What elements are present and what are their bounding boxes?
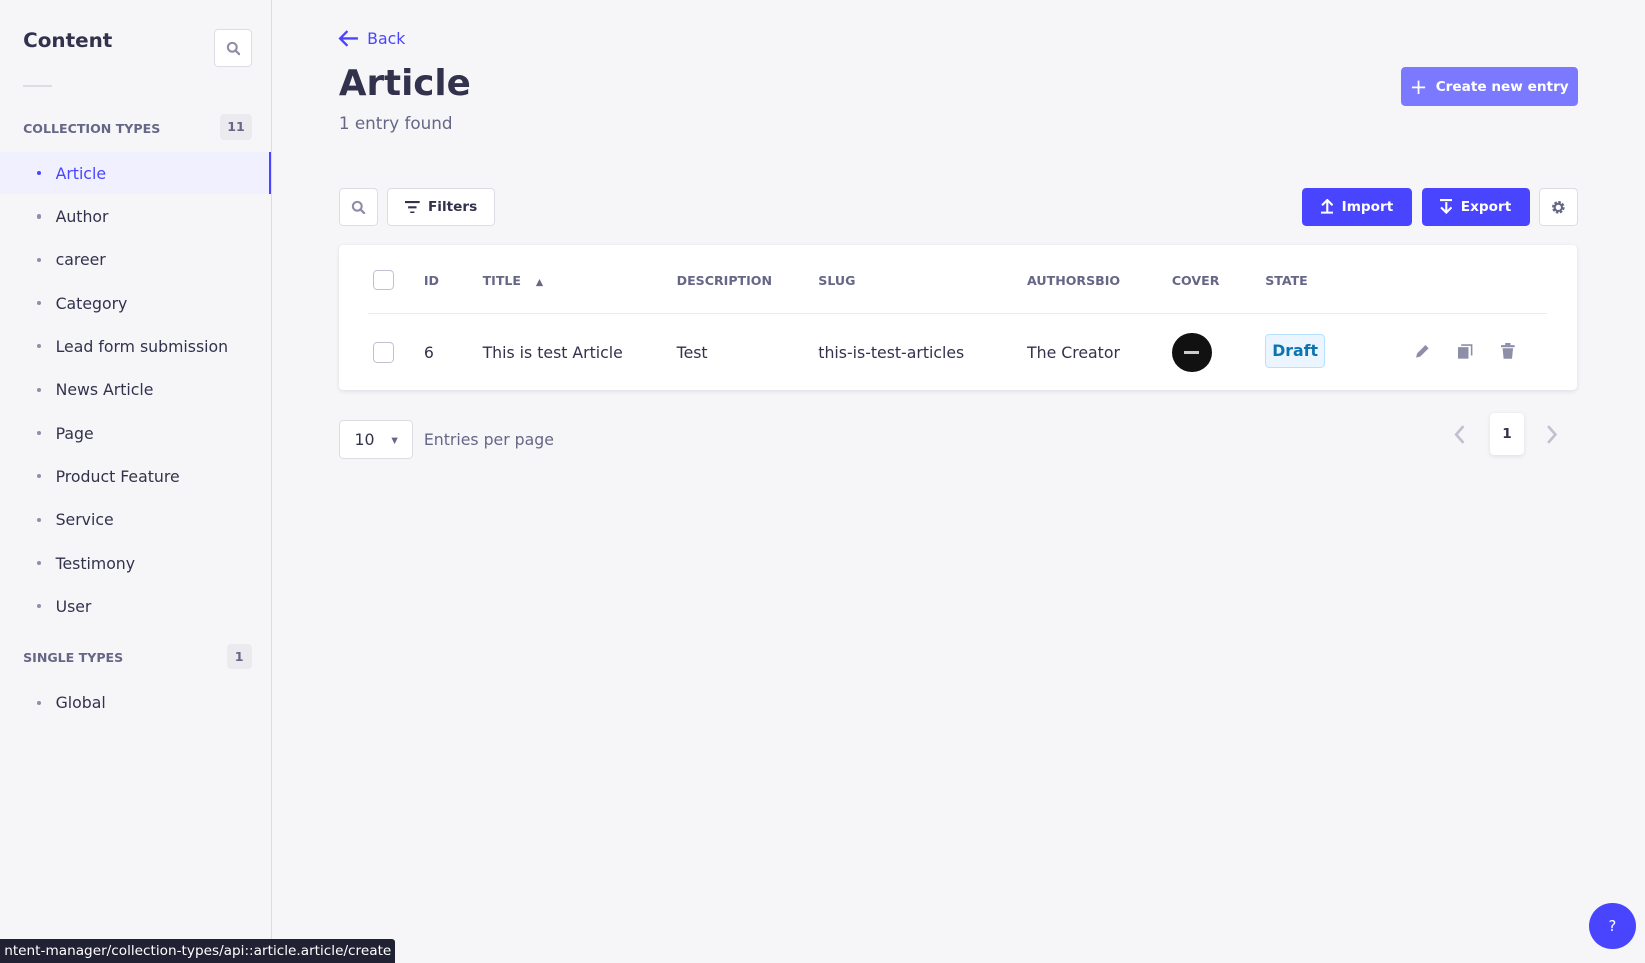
column-id[interactable]: ID xyxy=(424,273,439,288)
single-types-label: SINGLE TYPES xyxy=(23,650,124,666)
entries-per-page-label: Entries per page xyxy=(423,430,554,450)
trash-icon[interactable] xyxy=(1501,343,1515,359)
bullet-icon xyxy=(36,430,41,436)
duplicate-icon[interactable] xyxy=(1458,344,1473,359)
arrow-left-icon xyxy=(338,30,358,48)
search-icon xyxy=(226,41,240,56)
pencil-icon[interactable] xyxy=(1415,344,1430,359)
cell-slug: this-is-test-articles xyxy=(818,343,965,363)
import-button[interactable]: Import xyxy=(1301,187,1413,226)
help-button[interactable]: ? xyxy=(1589,903,1636,950)
create-new-entry-button[interactable]: + Create new entry xyxy=(1400,67,1578,106)
sidebar-item-lead-form-submission[interactable]: Lead form submission xyxy=(0,325,271,367)
upload-icon xyxy=(1320,199,1334,214)
sidebar-item-global[interactable]: Global xyxy=(0,682,271,724)
sidebar-item-label: User xyxy=(55,596,92,616)
sidebar-item-label: Author xyxy=(55,206,109,226)
bullet-icon xyxy=(36,700,41,705)
sidebar-item-user[interactable]: User xyxy=(0,585,271,627)
chevron-down-icon: ▼ xyxy=(391,434,398,445)
sidebar-item-product-feature[interactable]: Product Feature xyxy=(0,455,271,497)
bullet-icon xyxy=(36,300,41,306)
sidebar: Content COLLECTION TYPES 11 Article Autho… xyxy=(0,0,272,963)
cell-id: 6 xyxy=(423,343,434,363)
filters-button[interactable]: Filters xyxy=(387,187,496,227)
filter-icon xyxy=(404,200,420,214)
entry-count: 1 entry found xyxy=(338,113,453,134)
row-checkbox[interactable] xyxy=(373,342,395,363)
sidebar-item-testimony[interactable]: Testimony xyxy=(0,542,271,584)
page-title: Article xyxy=(338,62,471,104)
entries-table: ID TITLE ▲ DESCRIPTION SLUG AUTHORSBIO C… xyxy=(338,245,1577,391)
sidebar-item-label: News Article xyxy=(55,380,154,400)
divider xyxy=(368,312,1548,314)
entries-per-page-select[interactable]: 10 ▼ xyxy=(338,419,414,460)
download-icon xyxy=(1439,199,1453,214)
column-title[interactable]: TITLE ▲ xyxy=(483,273,544,288)
chevron-right-icon[interactable] xyxy=(1546,424,1559,445)
page-1-button[interactable]: 1 xyxy=(1489,413,1525,456)
column-slug[interactable]: SLUG xyxy=(818,273,855,288)
chevron-left-icon[interactable] xyxy=(1453,424,1466,445)
create-label: Create new entry xyxy=(1435,78,1569,95)
export-label: Export xyxy=(1460,198,1512,215)
sidebar-item-label: Article xyxy=(55,163,106,183)
column-description[interactable]: DESCRIPTION xyxy=(677,273,772,288)
sidebar-item-label: Testimony xyxy=(55,553,136,573)
sidebar-item-page[interactable]: Page xyxy=(0,412,271,454)
export-button[interactable]: Export xyxy=(1421,187,1530,226)
bullet-icon xyxy=(36,604,41,609)
import-label: Import xyxy=(1341,198,1394,215)
sidebar-search-button[interactable] xyxy=(214,29,252,68)
per-page-value: 10 xyxy=(354,430,375,449)
bullet-icon xyxy=(36,387,41,392)
plus-icon: + xyxy=(1409,74,1428,99)
sidebar-item-label: career xyxy=(55,250,106,270)
status-badge: Draft xyxy=(1265,333,1325,369)
bullet-icon xyxy=(36,214,41,219)
column-authorsbio[interactable]: AUTHORSBIO xyxy=(1027,273,1120,288)
collection-types-count: 11 xyxy=(220,114,252,140)
sidebar-item-label: Category xyxy=(55,293,128,313)
search-button[interactable] xyxy=(338,187,378,227)
bullet-icon xyxy=(36,344,41,349)
divider xyxy=(23,84,53,88)
single-types-count: 1 xyxy=(226,644,252,670)
cell-description: Test xyxy=(676,343,708,363)
sidebar-item-label: Global xyxy=(55,693,106,713)
sidebar-item-service[interactable]: Service xyxy=(0,499,271,541)
sidebar-item-author[interactable]: Author xyxy=(0,195,271,237)
bullet-icon xyxy=(36,517,41,522)
status-bar-url: ntent-manager/collection-types/api::arti… xyxy=(0,938,396,963)
sidebar-item-label: Page xyxy=(55,423,94,443)
bullet-icon xyxy=(36,560,41,566)
select-all-checkbox[interactable] xyxy=(373,269,395,291)
sidebar-item-article[interactable]: Article xyxy=(0,152,271,195)
sidebar-item-label: Lead form submission xyxy=(55,336,229,356)
sidebar-item-label: Product Feature xyxy=(55,466,180,486)
gear-icon xyxy=(1552,200,1565,214)
sidebar-item-news-article[interactable]: News Article xyxy=(0,369,271,411)
bullet-icon xyxy=(36,170,41,176)
cover-thumbnail xyxy=(1171,332,1212,373)
collection-types-label: COLLECTION TYPES xyxy=(23,120,161,136)
sort-ascending-icon: ▲ xyxy=(535,276,544,288)
sidebar-item-label: Service xyxy=(55,510,114,530)
sidebar-item-career[interactable]: career xyxy=(0,239,271,281)
bullet-icon xyxy=(36,474,41,479)
sidebar-title: Content xyxy=(23,29,113,53)
bullet-icon xyxy=(36,257,41,262)
column-cover: COVER xyxy=(1171,272,1220,288)
back-link[interactable]: Back xyxy=(338,29,406,49)
settings-button[interactable] xyxy=(1539,187,1578,227)
back-label: Back xyxy=(367,29,406,49)
filters-label: Filters xyxy=(428,199,478,216)
search-icon xyxy=(351,200,366,215)
sidebar-item-category[interactable]: Category xyxy=(0,282,271,324)
column-state[interactable]: STATE xyxy=(1265,273,1308,288)
cell-authorsbio: The Creator xyxy=(1027,343,1120,363)
cell-title: This is test Article xyxy=(482,343,623,363)
